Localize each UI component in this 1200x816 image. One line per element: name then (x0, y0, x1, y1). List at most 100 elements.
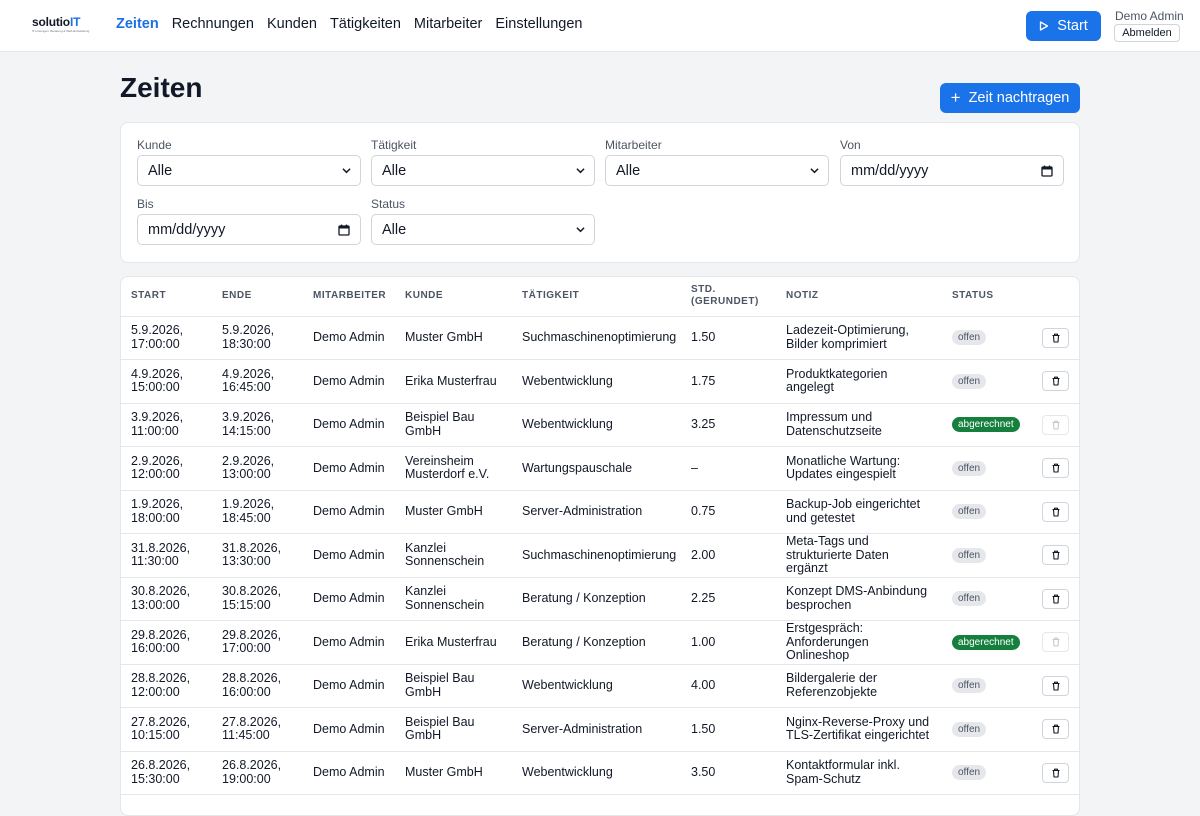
filter-taetigkeit-select[interactable]: Alle (371, 155, 595, 186)
nav-item-rechnungen[interactable]: Rechnungen (172, 16, 254, 32)
nav-item-kunden[interactable]: Kunden (267, 16, 317, 32)
table-row[interactable]: 26.8.2026, 15:30:00 26.8.2026, 19:00:00 De… (121, 751, 1079, 795)
cell-start: 4.9.2026, 15:00:00 (121, 359, 212, 404)
delete-entry-button[interactable] (1042, 501, 1069, 522)
plus-icon: + (950, 88, 961, 107)
cell-notiz: Nginx-Reverse-Proxy und TLS-Zertifikat e… (776, 707, 942, 752)
filter-bis-date[interactable]: mm/dd/yyyy (137, 214, 361, 245)
cell-ende: 27.8.2026, 11:45:00 (212, 707, 303, 752)
cell-mitarbeiter: Demo Admin (303, 664, 395, 708)
table-row[interactable]: 3.9.2026, 11:00:00 3.9.2026, 14:15:00 Demo… (121, 403, 1079, 447)
nav-item-mitarbeiter[interactable]: Mitarbeiter (414, 16, 483, 32)
start-timer-button[interactable]: Start (1026, 11, 1101, 41)
delete-entry-button[interactable] (1042, 762, 1069, 783)
brand-logo[interactable]: solutioIT IT-Lösungen, Beratung & Web-En… (32, 16, 89, 36)
top-navbar: solutioIT IT-Lösungen, Beratung & Web-En… (0, 0, 1200, 52)
nav-item-einstellungen[interactable]: Einstellungen (495, 16, 582, 32)
column-header-start[interactable]: Start (121, 277, 212, 317)
status-badge: abgerechnet (952, 417, 1020, 433)
cell-notiz: Konzept DMS-Anbindung besprochen (776, 577, 942, 621)
trash-icon (1051, 507, 1061, 517)
filter-von-date[interactable]: mm/dd/yyyy (840, 155, 1064, 186)
cell-status: offen (942, 533, 1032, 578)
cell-status: offen (942, 707, 1032, 752)
cell-status: abgerechnet (942, 403, 1032, 447)
delete-entry-button[interactable] (1042, 675, 1069, 696)
table-row[interactable]: 2.9.2026, 12:00:00 2.9.2026, 13:00:00 Demo… (121, 446, 1079, 491)
table-row[interactable]: 1.9.2026, 18:00:00 1.9.2026, 18:45:00 Demo… (121, 490, 1079, 534)
cell-actions (1032, 664, 1079, 708)
filter-kunde-label: Kunde (137, 138, 172, 152)
filter-kunde-value: Alle (148, 162, 173, 179)
column-header-taetigkeit[interactable]: Tätigkeit (512, 277, 681, 317)
column-header-status[interactable]: Status (942, 277, 1032, 317)
status-badge: offen (952, 678, 987, 694)
cell-stunden: 1.75 (681, 359, 776, 404)
cell-status: offen (942, 577, 1032, 621)
cell-notiz: Produktkategorien angelegt (776, 359, 942, 404)
nav-item-taetigkeiten[interactable]: Tätigkeiten (330, 16, 401, 32)
chevron-down-icon (810, 168, 819, 174)
table-row[interactable]: 31.8.2026, 11:30:00 31.8.2026, 13:30:00 De… (121, 533, 1079, 578)
filter-kunde-select[interactable]: Alle (137, 155, 361, 186)
cell-kunde: Kanzlei Sonnenschein (395, 577, 512, 621)
cell-status: offen (942, 664, 1032, 708)
filter-mitarbeiter-label: Mitarbeiter (605, 138, 662, 152)
cell-actions (1032, 490, 1079, 534)
table-row[interactable]: 28.8.2026, 12:00:00 28.8.2026, 16:00:00 De… (121, 664, 1079, 708)
cell-notiz: Monatliche Wartung: Updates eingespielt (776, 446, 942, 491)
filter-status-label: Status (371, 197, 406, 211)
column-header-kunde[interactable]: Kunde (395, 277, 512, 317)
filter-panel: Kunde Alle Tätigkeit Alle Mitarbeiter Al… (120, 122, 1080, 263)
chevron-down-icon (576, 227, 585, 233)
table-row[interactable]: 29.8.2026, 16:00:00 29.8.2026, 17:00:00 De… (121, 620, 1079, 665)
table-row[interactable]: 27.8.2026, 10:15:00 27.8.2026, 11:45:00 De… (121, 707, 1079, 752)
add-time-entry-button[interactable]: + Zeit nachtragen (940, 83, 1080, 113)
cell-actions (1032, 751, 1079, 795)
cell-actions (1032, 620, 1079, 665)
cell-taetigkeit: Suchmaschinenoptimierung (512, 533, 681, 578)
filter-mitarbeiter-select[interactable]: Alle (605, 155, 829, 186)
cell-start: 28.8.2026, 12:00:00 (121, 664, 212, 708)
delete-entry-button[interactable] (1042, 327, 1069, 348)
trash-icon (1051, 550, 1061, 560)
delete-entry-button[interactable] (1042, 545, 1069, 566)
column-header-mitarbeiter[interactable]: Mitarbeiter (303, 277, 395, 317)
logout-button[interactable]: Abmelden (1114, 24, 1180, 42)
cell-mitarbeiter: Demo Admin (303, 620, 395, 665)
column-header-notiz[interactable]: Notiz (776, 277, 942, 317)
delete-entry-button[interactable] (1042, 371, 1069, 392)
cell-start: 27.8.2026, 10:15:00 (121, 707, 212, 752)
cell-notiz: Erstgespräch: Anforderungen Onlineshop (776, 620, 942, 665)
table-row[interactable]: 4.9.2026, 15:00:00 4.9.2026, 16:45:00 Demo… (121, 359, 1079, 404)
cell-stunden: 1.50 (681, 707, 776, 752)
time-entries-table: Start Ende Mitarbeiter Kunde Tätigkeit S… (121, 277, 1079, 795)
cell-taetigkeit: Server-Administration (512, 490, 681, 534)
cell-status: offen (942, 490, 1032, 534)
status-badge: offen (952, 504, 987, 520)
column-header-ende[interactable]: Ende (212, 277, 303, 317)
status-badge: offen (952, 591, 987, 607)
filter-bis-label: Bis (137, 197, 154, 211)
time-entries-table-card: Start Ende Mitarbeiter Kunde Tätigkeit S… (120, 276, 1080, 816)
cell-start: 3.9.2026, 11:00:00 (121, 403, 212, 447)
delete-entry-button (1042, 414, 1069, 435)
cell-status: offen (942, 316, 1032, 360)
cell-notiz: Impressum und Datenschutzseite (776, 403, 942, 447)
page-title: Zeiten (120, 72, 203, 103)
cell-ende: 4.9.2026, 16:45:00 (212, 359, 303, 404)
cell-taetigkeit: Beratung / Konzeption (512, 577, 681, 621)
column-header-stunden[interactable]: Std. (gerundet) (681, 277, 776, 317)
cell-ende: 5.9.2026, 18:30:00 (212, 316, 303, 360)
table-row[interactable]: 5.9.2026, 17:00:00 5.9.2026, 18:30:00 Demo… (121, 316, 1079, 360)
nav-item-zeiten[interactable]: Zeiten (116, 16, 159, 32)
cell-start: 2.9.2026, 12:00:00 (121, 446, 212, 491)
table-row[interactable]: 30.8.2026, 13:00:00 30.8.2026, 15:15:00 De… (121, 577, 1079, 621)
delete-entry-button[interactable] (1042, 588, 1069, 609)
delete-entry-button[interactable] (1042, 719, 1069, 740)
filter-status-select[interactable]: Alle (371, 214, 595, 245)
trash-icon (1051, 594, 1061, 604)
cell-start: 1.9.2026, 18:00:00 (121, 490, 212, 534)
delete-entry-button[interactable] (1042, 458, 1069, 479)
cell-taetigkeit: Webentwicklung (512, 664, 681, 708)
